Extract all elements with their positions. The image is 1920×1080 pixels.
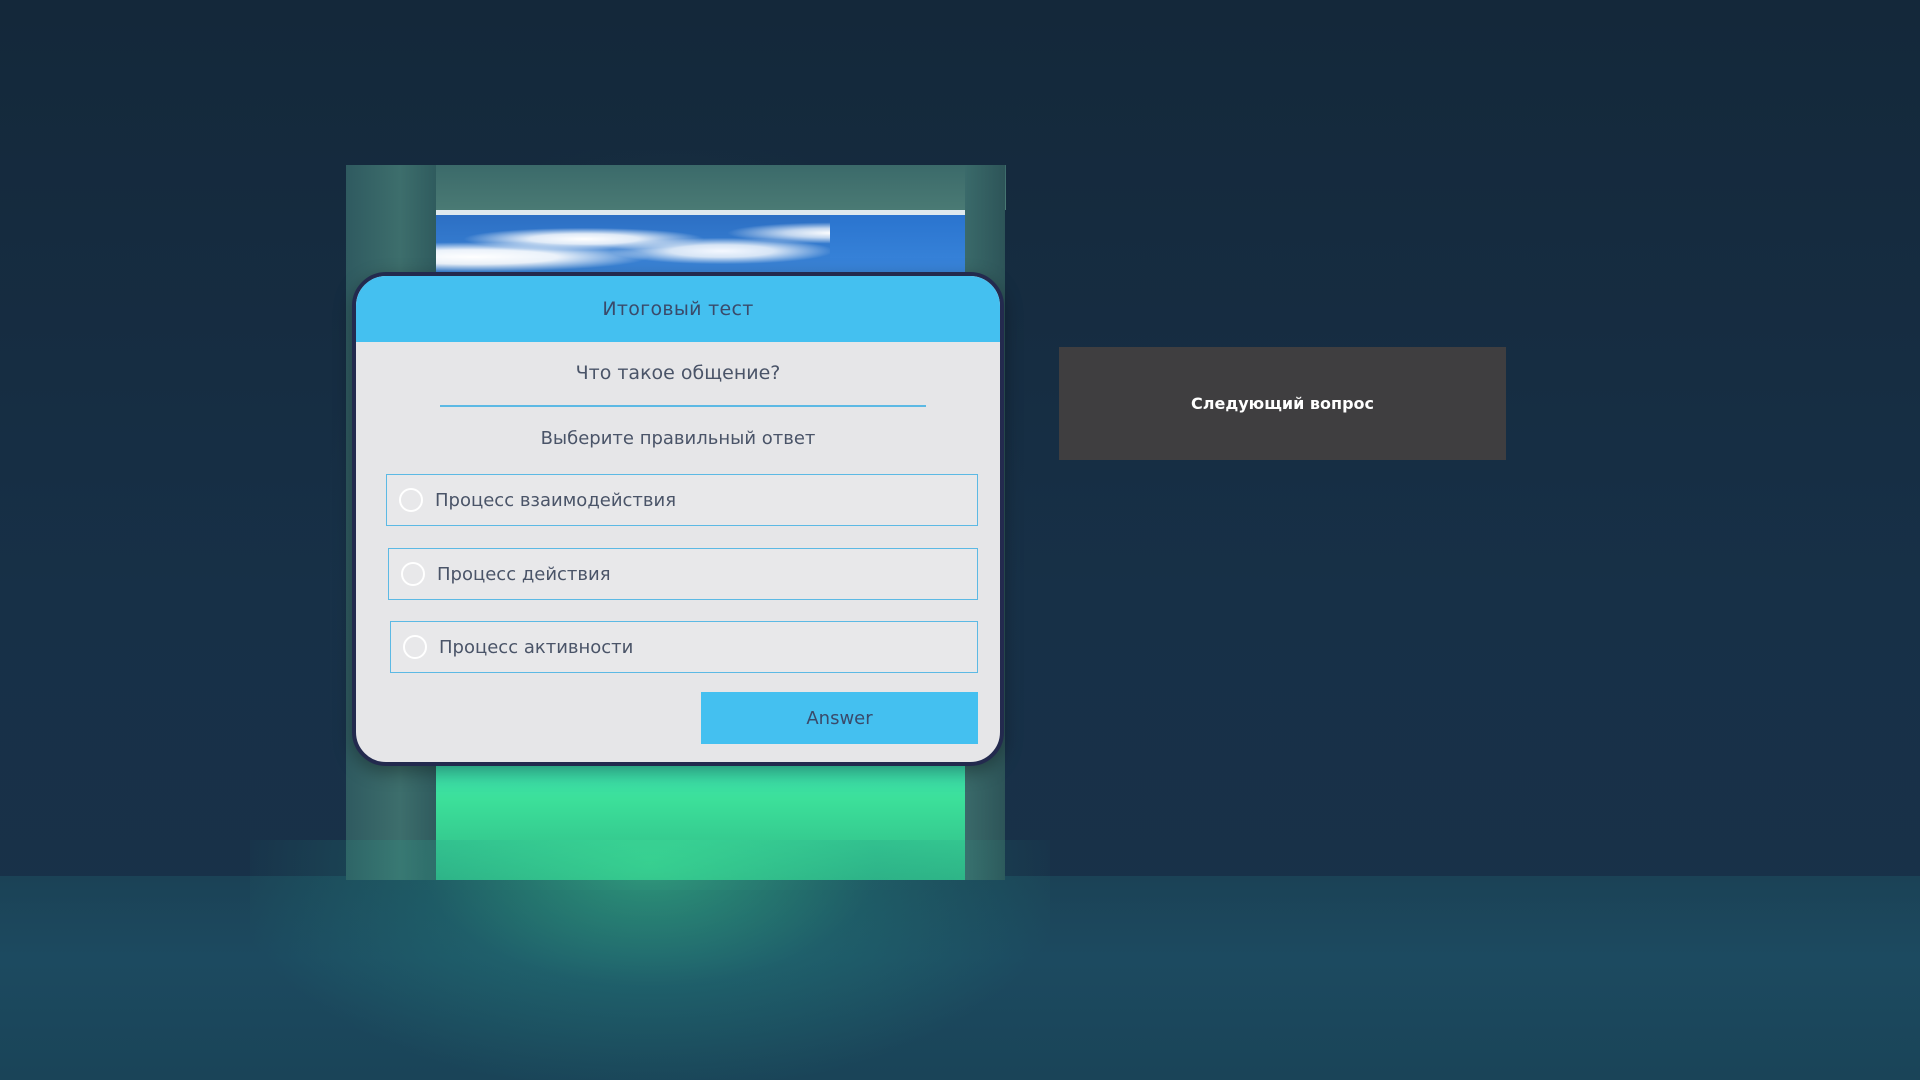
- answer-option-label: Процесс активности: [439, 636, 634, 658]
- answer-option-3[interactable]: Процесс активности: [390, 621, 978, 673]
- doorway-frame-top: [346, 165, 1006, 210]
- question-text: Что такое общение?: [575, 362, 781, 384]
- next-question-label: Следующий вопрос: [1191, 394, 1374, 413]
- quiz-title: Итоговый тест: [602, 298, 754, 320]
- answer-button[interactable]: Answer: [701, 692, 978, 744]
- sky-view-right: [830, 215, 971, 275]
- answer-option-label: Процесс взаимодействия: [435, 489, 677, 511]
- answer-option-1[interactable]: Процесс взаимодействия: [386, 474, 978, 526]
- quiz-header: Итоговый тест: [356, 276, 1000, 342]
- answer-option-label: Процесс действия: [437, 563, 611, 585]
- next-question-button[interactable]: Следующий вопрос: [1059, 347, 1506, 460]
- answer-option-2[interactable]: Процесс действия: [388, 548, 978, 600]
- floor-light-glow: [250, 840, 1050, 1080]
- radio-button-icon[interactable]: [403, 635, 427, 659]
- quiz-panel: Итоговый тест Что такое общение? Выберит…: [352, 272, 1004, 766]
- radio-button-icon[interactable]: [399, 488, 423, 512]
- instruction-text: Выберите правильный ответ: [540, 428, 816, 449]
- question-divider: [440, 405, 926, 407]
- radio-button-icon[interactable]: [401, 562, 425, 586]
- game-scene: Итоговый тест Что такое общение? Выберит…: [0, 0, 1920, 1080]
